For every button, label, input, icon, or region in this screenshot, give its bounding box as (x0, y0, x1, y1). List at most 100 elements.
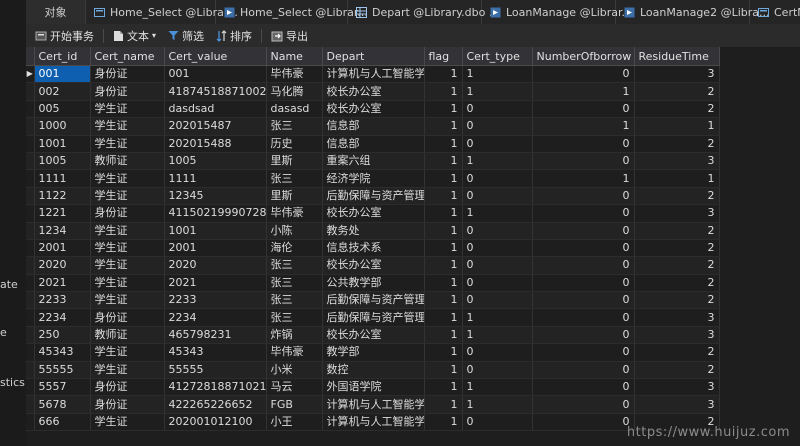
table-cell[interactable]: 0 (462, 100, 533, 119)
table-cell[interactable]: 2 (634, 222, 720, 240)
table-cell[interactable]: 0 (532, 135, 635, 153)
table-cell[interactable]: 后勤保障与资产管理处 (322, 291, 425, 310)
table-cell[interactable]: 1 (424, 343, 463, 362)
table-cell[interactable]: FGB (266, 395, 323, 414)
table-cell[interactable]: 马云 (266, 378, 323, 397)
table-cell[interactable]: 2 (634, 291, 720, 310)
table-cell[interactable]: 0 (462, 291, 533, 310)
table-row[interactable]: 1234 学生证 1001 小陈 教务处 1 0 0 2 (26, 222, 720, 240)
table-cell[interactable]: 5557 (34, 378, 91, 397)
table-cell[interactable]: 001 (164, 65, 267, 84)
table-cell[interactable]: 0 (462, 222, 533, 240)
table-cell[interactable]: 信息部 (322, 135, 425, 153)
table-cell[interactable]: 202001012100 (164, 413, 267, 432)
table-cell[interactable]: 0 (532, 100, 635, 119)
table-cell[interactable]: 信息部 (322, 117, 425, 136)
table-cell[interactable]: 0 (462, 361, 533, 380)
tab-home-select-2[interactable]: Home_Select @Librar... (216, 0, 368, 24)
table-cell[interactable]: 0 (532, 343, 635, 362)
table-cell[interactable]: 1001 (34, 135, 91, 153)
table-row[interactable]: 5557身份证4127281887102121马云外国语学院1103 (26, 378, 720, 397)
table-cell[interactable]: 教师证 (90, 326, 165, 345)
table-cell[interactable]: 张三 (266, 291, 323, 310)
row-indicator[interactable] (26, 326, 35, 345)
table-cell[interactable]: 学生证 (90, 361, 165, 380)
column-header[interactable]: Depart (322, 47, 425, 66)
data-grid[interactable]: Cert_id Cert_name Cert_value Name Depart… (26, 47, 800, 446)
table-cell[interactable]: 0 (462, 117, 533, 136)
row-indicator[interactable] (26, 291, 35, 310)
table-cell[interactable]: 2 (634, 100, 720, 119)
table-row[interactable]: 2233学生证2233张三后勤保障与资产管理处1002 (26, 291, 720, 310)
table-row[interactable]: 1005 教师证 1005 里斯 重案六组 1 1 0 3 (26, 152, 720, 171)
table-cell[interactable]: 毕伟豪 (266, 204, 323, 223)
table-cell[interactable]: 学生证 (90, 274, 165, 293)
table-cell[interactable]: 0 (532, 239, 635, 258)
table-row[interactable]: 2234身份证2234张三后勤保障与资产管理处1103 (26, 308, 720, 327)
table-cell[interactable]: 1 (424, 135, 463, 153)
table-cell[interactable]: 2021 (164, 274, 267, 293)
table-cell[interactable]: 1221 (34, 204, 91, 223)
tab-home-select-1[interactable]: Home_Select @Librar... (86, 0, 238, 24)
table-cell[interactable]: 学生证 (90, 100, 165, 119)
table-cell[interactable]: 465798231 (164, 326, 267, 345)
tab-loanmanage2[interactable]: LoanManage2 @Libra... (616, 0, 770, 24)
table-cell[interactable]: 1 (424, 239, 463, 258)
row-indicator[interactable] (26, 152, 35, 171)
table-cell[interactable]: 0 (532, 152, 635, 171)
table-cell[interactable]: 0 (462, 187, 533, 206)
table-cell[interactable]: 2 (634, 82, 720, 101)
table-cell[interactable]: 数控 (322, 361, 425, 380)
table-cell[interactable]: 3 (634, 204, 720, 223)
table-cell[interactable]: 001 (34, 65, 91, 84)
table-cell[interactable]: 校长办公室 (322, 256, 425, 275)
table-cell[interactable]: 信息技术系 (322, 239, 425, 258)
table-cell[interactable]: 2233 (164, 291, 267, 310)
table-cell[interactable]: 55555 (164, 361, 267, 380)
table-cell[interactable]: 1 (424, 395, 463, 414)
table-cell[interactable]: 校长办公室 (322, 326, 425, 345)
sort-button[interactable]: 排序 (211, 26, 257, 45)
table-row[interactable]: 55555 学生证 55555 小米 数控 1 0 0 2 (26, 361, 720, 380)
table-cell[interactable]: 1 (424, 169, 463, 188)
row-indicator[interactable] (26, 274, 35, 293)
table-row[interactable]: 1221身份证4115021999072870毕伟豪校长办公室1103 (26, 204, 720, 223)
table-cell[interactable]: 教师证 (90, 152, 165, 171)
table-cell[interactable]: 3 (634, 308, 720, 327)
table-cell[interactable]: 45343 (164, 343, 267, 362)
table-row[interactable]: 1000 学生证 202015487 张三 信息部 1 0 1 1 (26, 117, 720, 136)
row-indicator[interactable] (26, 395, 35, 414)
table-cell[interactable]: 1234 (34, 222, 91, 240)
table-cell[interactable]: 0 (532, 291, 635, 310)
table-cell[interactable]: 1 (424, 100, 463, 119)
table-cell[interactable]: 2001 (164, 239, 267, 258)
table-row[interactable]: 250 教师证 465798231 炸锅 校长办公室 1 1 0 3 (26, 326, 720, 345)
row-indicator[interactable] (26, 378, 35, 397)
column-header[interactable]: Cert_type (462, 47, 533, 66)
table-cell[interactable]: 身份证 (90, 204, 165, 223)
table-cell[interactable]: 1 (634, 117, 720, 136)
table-cell[interactable]: 1 (424, 308, 463, 327)
table-cell[interactable]: 毕伟豪 (266, 65, 323, 84)
table-cell[interactable]: 身份证 (90, 378, 165, 397)
table-cell[interactable]: 学生证 (90, 187, 165, 206)
table-cell[interactable]: 1 (634, 169, 720, 188)
table-row[interactable]: 1111 学生证 1111 张三 经济学院 1 0 1 1 (26, 169, 720, 188)
table-cell[interactable]: 1 (532, 169, 635, 188)
table-cell[interactable]: 学生证 (90, 343, 165, 362)
table-cell[interactable]: 0 (462, 239, 533, 258)
row-indicator[interactable] (26, 187, 35, 206)
table-cell[interactable]: 1 (462, 152, 533, 171)
row-indicator[interactable] (26, 117, 35, 136)
table-cell[interactable]: 张三 (266, 308, 323, 327)
table-cell[interactable]: 1 (424, 117, 463, 136)
row-indicator[interactable] (26, 413, 35, 432)
table-cell[interactable]: 1 (424, 152, 463, 171)
table-cell[interactable]: 学生证 (90, 239, 165, 258)
table-cell[interactable]: 海伦 (266, 239, 323, 258)
table-cell[interactable]: 1 (424, 378, 463, 397)
table-cell[interactable]: 0 (462, 274, 533, 293)
row-indicator[interactable] (26, 82, 35, 101)
table-row[interactable]: 2021 学生证 2021 张三 公共教学部 1 0 0 2 (26, 274, 720, 293)
table-cell[interactable]: 经济学院 (322, 169, 425, 188)
